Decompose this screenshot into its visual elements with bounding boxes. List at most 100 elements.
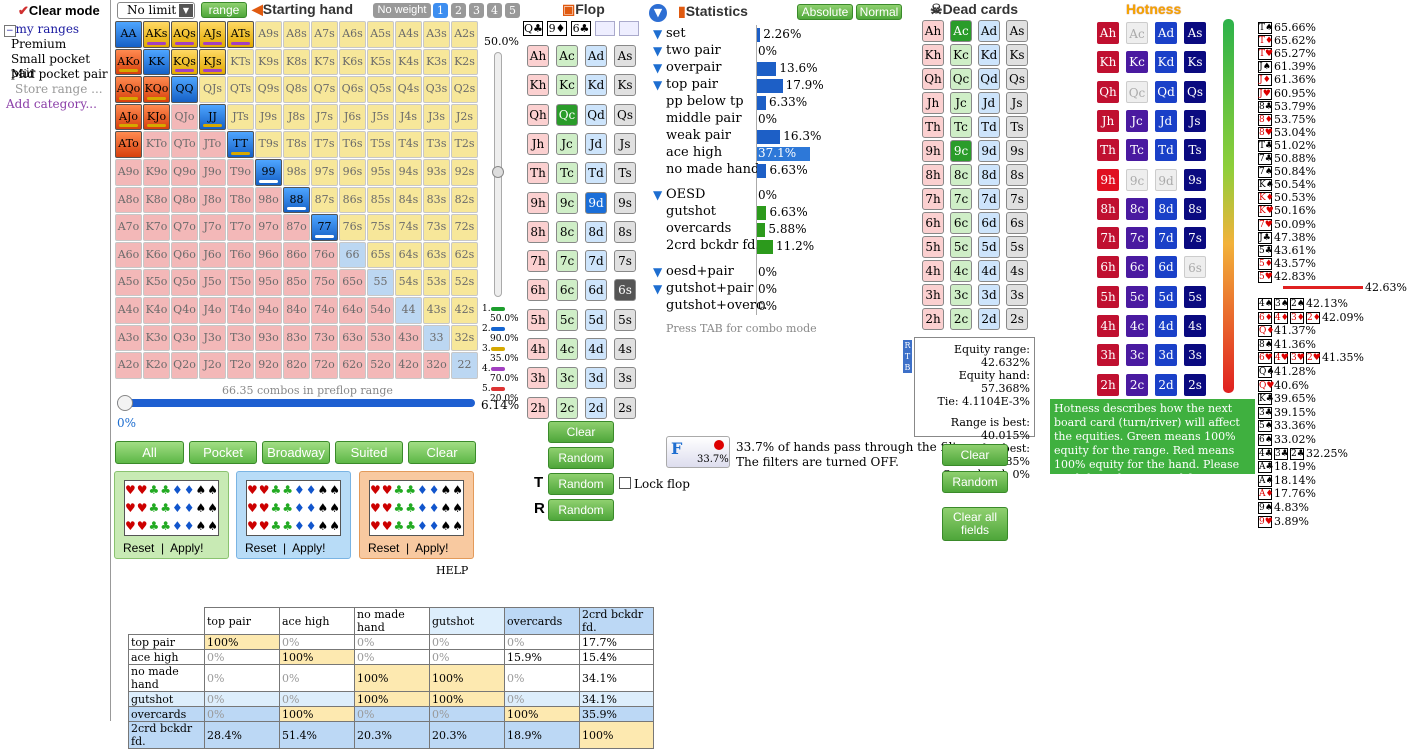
stat-label-middle-pair[interactable]: middle pair — [666, 111, 742, 126]
range-cell-A9o[interactable]: A9o — [115, 158, 142, 186]
range-cell-95s[interactable]: 95s — [367, 158, 394, 186]
dead-card-8h[interactable]: 8h — [922, 164, 944, 186]
slider-handle[interactable] — [492, 166, 504, 178]
range-cell-A7o[interactable]: A7o — [115, 214, 142, 241]
range-cell-94o[interactable]: 94o — [255, 296, 282, 324]
range-cell-74o[interactable]: 74o — [311, 296, 338, 324]
range-cell-Q8o[interactable]: Q8o — [171, 186, 198, 214]
range-cell-A8o[interactable]: A8o — [115, 186, 142, 214]
range-cell-54s[interactable]: 54s — [395, 269, 422, 296]
dead-card-7d[interactable]: 7d — [978, 188, 1000, 210]
dead-card-Kd[interactable]: Kd — [978, 44, 1000, 66]
flop-card-6c[interactable]: 6c — [556, 279, 578, 302]
range-cell-98s[interactable]: 98s — [283, 158, 310, 186]
flop-card-5d[interactable]: 5d — [585, 308, 607, 331]
collapse-icon[interactable]: − — [4, 25, 16, 37]
range-cell-96o[interactable]: 96o — [255, 241, 282, 269]
hotness-card-2d[interactable]: 2d — [1155, 373, 1177, 396]
stat-label-OESD[interactable]: OESD — [666, 187, 705, 202]
range-cell-T8s[interactable]: T8s — [283, 131, 310, 158]
range-cell-K2o[interactable]: K2o — [143, 352, 170, 379]
range-cell-K8o[interactable]: K8o — [143, 186, 170, 214]
flop-card-4h[interactable]: 4h — [527, 338, 549, 360]
dead-clear-button[interactable]: Clear — [942, 444, 1008, 466]
dead-card-Js[interactable]: Js — [1006, 92, 1028, 114]
range-cell-55[interactable]: 55 — [367, 269, 394, 296]
range-cell-99[interactable]: 99 — [255, 158, 282, 186]
filter-icon[interactable]: ▼ — [653, 188, 663, 202]
range-vertical-slider[interactable] — [492, 52, 504, 297]
flop-card-9h[interactable]: 9h — [527, 191, 549, 214]
range-cell-KK[interactable]: KK — [143, 48, 170, 76]
range-cell-73o[interactable]: 73o — [311, 324, 338, 352]
hotness-card-5h[interactable]: 5h — [1097, 285, 1119, 308]
hotness-card-7h[interactable]: 7h — [1097, 227, 1119, 250]
hotness-card-3c[interactable]: 3c — [1126, 344, 1148, 367]
flop-card-6d[interactable]: 6d — [585, 279, 607, 302]
hotness-card-Jd[interactable]: Jd — [1155, 109, 1177, 132]
dead-card-Jc[interactable]: Jc — [950, 92, 972, 114]
dead-card-Qs[interactable]: Qs — [1006, 68, 1028, 90]
stat-label-no-made-hand[interactable]: no made hand — [666, 162, 759, 177]
flop-card-Ac[interactable]: Ac — [556, 45, 578, 67]
range-cell-53s[interactable]: 53s — [423, 269, 450, 296]
range-cell-53o[interactable]: 53o — [367, 324, 394, 352]
hotness-card-4d[interactable]: 4d — [1155, 315, 1177, 337]
range-cell-Q5s[interactable]: Q5s — [367, 76, 394, 103]
flop-card-8h[interactable]: 8h — [527, 220, 549, 243]
preset-1-reset[interactable]: Reset — [123, 541, 154, 555]
hotness-card-2h[interactable]: 2h — [1097, 373, 1119, 396]
preset-1-apply[interactable]: Apply! — [170, 541, 203, 555]
dead-card-Ah[interactable]: Ah — [922, 20, 944, 42]
range-cell-J2o[interactable]: J2o — [199, 352, 226, 379]
range-cell-93o[interactable]: 93o — [255, 324, 282, 352]
range-cell-A2s[interactable]: A2s — [451, 21, 478, 48]
dead-card-Qc[interactable]: Qc — [950, 68, 972, 90]
flop-card-6s[interactable]: 6s — [614, 279, 636, 302]
hotness-card-4c[interactable]: 4c — [1126, 315, 1148, 337]
range-cell-54o[interactable]: 54o — [367, 296, 394, 324]
preset-2-reset[interactable]: Reset — [245, 541, 276, 555]
flop-card-8d[interactable]: 8d — [585, 220, 607, 243]
dead-card-Tc[interactable]: Tc — [950, 116, 972, 138]
range-cell-Q9s[interactable]: Q9s — [255, 76, 282, 103]
range-cell-94s[interactable]: 94s — [395, 158, 422, 186]
range-cell-K6o[interactable]: K6o — [143, 241, 170, 269]
flop-card-Qs[interactable]: Qs — [614, 103, 636, 126]
flop-card-Js[interactable]: Js — [614, 132, 636, 155]
board-card-turn[interactable] — [595, 21, 615, 36]
range-cell-Q7s[interactable]: Q7s — [311, 76, 338, 103]
flop-card-Th[interactable]: Th — [527, 162, 549, 185]
hotness-card-2c[interactable]: 2c — [1126, 373, 1148, 396]
hotness-card-Jc[interactable]: Jc — [1126, 109, 1148, 132]
dead-card-8c[interactable]: 8c — [950, 164, 972, 186]
range-cell-J8o[interactable]: J8o — [199, 186, 226, 214]
flop-card-Ts[interactable]: Ts — [614, 162, 636, 185]
range-cell-72o[interactable]: 72o — [311, 352, 338, 379]
range-cell-A3o[interactable]: A3o — [115, 324, 142, 352]
dead-card-6s[interactable]: 6s — [1006, 212, 1028, 234]
hotness-card-Th[interactable]: Th — [1097, 139, 1119, 162]
range-cell-74s[interactable]: 74s — [395, 214, 422, 241]
weight-2-button[interactable]: 2 — [451, 3, 466, 18]
range-cell-A7s[interactable]: A7s — [311, 21, 338, 48]
board-card-river[interactable] — [619, 21, 639, 36]
flop-card-2s[interactable]: 2s — [614, 396, 636, 419]
range-cell-Q6s[interactable]: Q6s — [339, 76, 366, 103]
range-cell-QTo[interactable]: QTo — [171, 131, 198, 158]
preset-panel-2[interactable]: ♥♥♣♣♦♦♠♠ ♥♥♣♣♦♦♠♠ ♥♥♣♣♦♦♠♠ Reset | Apply! — [236, 471, 351, 559]
range-cell-92s[interactable]: 92s — [451, 158, 478, 186]
hotness-card-Ad[interactable]: Ad — [1155, 22, 1177, 44]
range-cell-Q4o[interactable]: Q4o — [171, 296, 198, 324]
hotness-card-6c[interactable]: 6c — [1126, 256, 1148, 279]
range-cell-62s[interactable]: 62s — [451, 241, 478, 269]
hotness-card-7c[interactable]: 7c — [1126, 227, 1148, 250]
range-cell-84s[interactable]: 84s — [395, 186, 422, 214]
hotness-card-Kh[interactable]: Kh — [1097, 51, 1119, 74]
dead-card-7h[interactable]: 7h — [922, 188, 944, 210]
hotness-card-Ks[interactable]: Ks — [1184, 51, 1206, 74]
range-cell-AQs[interactable]: AQs — [171, 21, 198, 48]
range-cell-J5o[interactable]: J5o — [199, 269, 226, 296]
range-cell-A5o[interactable]: A5o — [115, 269, 142, 296]
range-cell-T4o[interactable]: T4o — [227, 296, 254, 324]
